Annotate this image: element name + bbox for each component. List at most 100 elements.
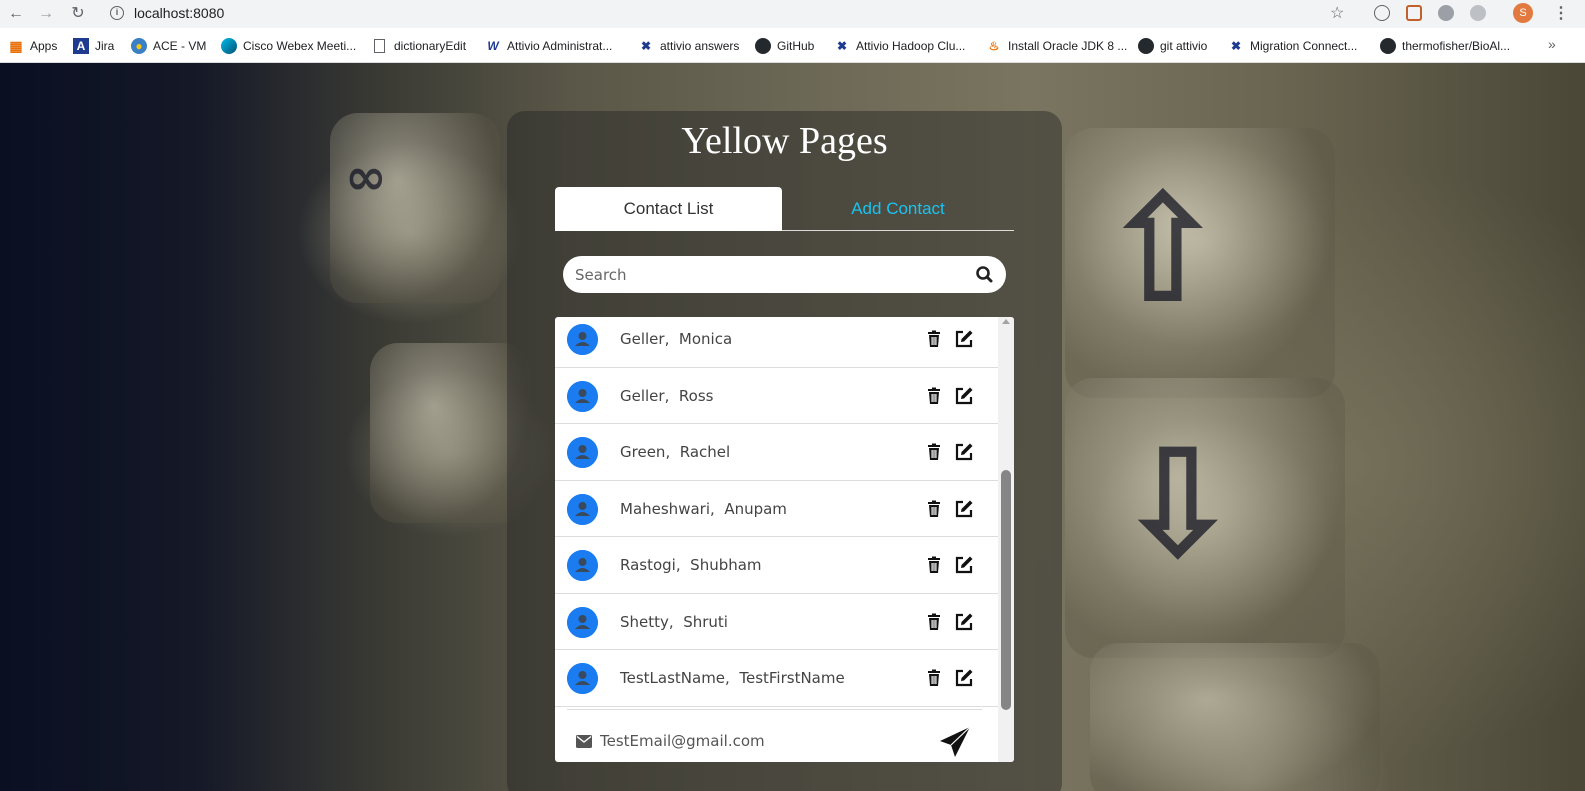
trash-icon[interactable] xyxy=(925,330,943,348)
extension-icon[interactable] xyxy=(1470,5,1486,21)
edit-icon[interactable] xyxy=(954,499,974,519)
extension-icon[interactable] xyxy=(1438,5,1454,21)
name-separator: , xyxy=(675,556,691,574)
bookmark-label: thermofisher/BioAl... xyxy=(1402,39,1511,53)
bookmark-label: Attivio Hadoop Clu... xyxy=(856,39,966,53)
contact-name: Green, Rachel xyxy=(620,443,730,461)
address-bar[interactable]: i localhost:8080 xyxy=(100,1,1355,26)
contact-last-name: Geller xyxy=(620,386,665,405)
edit-icon[interactable] xyxy=(954,612,974,632)
trash-icon[interactable] xyxy=(925,443,943,461)
bookmark-label: Cisco Webex Meeti... xyxy=(243,39,357,53)
back-icon[interactable]: ← xyxy=(6,4,26,24)
webex-icon xyxy=(221,38,237,54)
apps-grid-icon: ▦ xyxy=(9,38,23,54)
background-key xyxy=(330,113,500,303)
scroll-up-arrow-icon[interactable] xyxy=(1002,319,1010,324)
profile-avatar[interactable]: S xyxy=(1513,3,1533,23)
contact-first-name: Shubham xyxy=(690,556,762,574)
bookmark-item[interactable]: A Jira xyxy=(73,37,114,55)
contact-first-name: Monica xyxy=(678,330,733,348)
bookmark-item[interactable]: W Attivio Administrat... xyxy=(485,37,612,55)
user-avatar-icon xyxy=(567,550,598,581)
envelope-icon xyxy=(576,735,592,748)
tab-bar: Contact List Add Contact xyxy=(555,187,1014,231)
bookmark-label: dictionaryEdit xyxy=(394,39,467,53)
bookmark-item[interactable]: ✖ Attivio Hadoop Clu... xyxy=(834,37,965,55)
trash-icon[interactable] xyxy=(925,613,943,631)
edit-icon[interactable] xyxy=(954,386,974,406)
edit-icon[interactable] xyxy=(954,442,974,462)
name-separator: , xyxy=(665,443,680,461)
page-icon xyxy=(374,39,385,53)
tab-contact-list[interactable]: Contact List xyxy=(555,187,782,231)
bookmark-star-icon[interactable]: ☆ xyxy=(1330,3,1344,23)
contact-row[interactable]: Shetty, Shruti xyxy=(555,594,998,650)
bookmark-item[interactable]: ♨ Install Oracle JDK 8 ... xyxy=(986,37,1128,55)
jira-icon: A xyxy=(73,38,89,54)
forward-icon[interactable]: → xyxy=(36,4,56,24)
bookmark-item[interactable]: ✖ Migration Connect... xyxy=(1228,37,1357,55)
more-menu-icon[interactable]: ⋮ xyxy=(1553,3,1569,23)
bookmarks-bar: ▦ Apps A Jira ● ACE - VM Cisco Webex Mee… xyxy=(0,28,1585,63)
search-input[interactable] xyxy=(563,256,963,293)
contact-first-name: Anupam xyxy=(724,499,787,518)
edit-icon[interactable] xyxy=(954,329,974,349)
contact-email: TestEmail@gmail.com xyxy=(600,732,765,750)
background-key-glyph: ∞ xyxy=(345,148,387,206)
user-avatar-icon xyxy=(567,606,598,638)
more-bookmarks-icon[interactable]: » xyxy=(1548,36,1556,52)
bookmark-item[interactable]: ▦ Apps xyxy=(8,37,57,55)
extension-icon[interactable] xyxy=(1406,5,1422,21)
contact-list: Geller, Monica Geller, Ross Green, Rachel M… xyxy=(555,317,1014,762)
contact-last-name: Shetty xyxy=(620,612,669,631)
user-avatar-icon xyxy=(567,324,598,355)
contact-row[interactable]: Green, Rachel xyxy=(555,424,998,481)
search-button[interactable] xyxy=(966,258,1002,291)
github-icon xyxy=(1138,38,1154,54)
scrollbar-thumb[interactable] xyxy=(1001,470,1011,710)
contact-row[interactable]: Geller, Monica xyxy=(555,317,998,368)
bookmark-label: Jira xyxy=(95,39,115,53)
contact-first-name: Shruti xyxy=(683,612,728,631)
bookmark-label: Attivio Administrat... xyxy=(507,39,613,53)
name-separator: , xyxy=(725,669,740,687)
github-icon xyxy=(755,38,771,54)
trash-icon[interactable] xyxy=(925,500,943,518)
contact-first-name: TestFirstName xyxy=(739,669,845,687)
site-info-icon[interactable]: i xyxy=(110,6,124,20)
contact-row[interactable]: Geller, Ross xyxy=(555,368,998,424)
contact-row[interactable]: TestLastName, TestFirstName xyxy=(555,650,998,707)
contact-row[interactable]: Rastogi, Shubham xyxy=(555,537,998,594)
name-separator: , xyxy=(710,499,725,518)
bookmark-label: Install Oracle JDK 8 ... xyxy=(1008,39,1128,53)
name-separator: , xyxy=(664,330,679,348)
contact-last-name: Green xyxy=(620,443,666,461)
edit-icon[interactable] xyxy=(954,668,974,688)
bookmark-item[interactable]: Cisco Webex Meeti... xyxy=(221,37,356,55)
bookmark-item[interactable]: ● ACE - VM xyxy=(131,37,206,55)
bookmark-item[interactable]: dictionaryEdit xyxy=(374,37,466,55)
bookmark-item[interactable]: git attivio xyxy=(1138,37,1207,55)
user-avatar-icon xyxy=(567,493,598,525)
contact-rows: Geller, Monica Geller, Ross Green, Rachel M… xyxy=(555,317,998,707)
trash-icon[interactable] xyxy=(925,669,943,687)
reload-icon[interactable]: ↻ xyxy=(68,4,88,24)
bookmark-item[interactable]: ✖ attivio answers xyxy=(638,37,739,55)
trash-icon[interactable] xyxy=(925,556,943,574)
contact-list-scrollbar[interactable] xyxy=(998,317,1014,762)
extension-icon[interactable] xyxy=(1374,5,1390,21)
send-icon[interactable] xyxy=(938,725,972,759)
bookmark-item[interactable]: GitHub xyxy=(755,37,814,55)
edit-icon[interactable] xyxy=(954,555,974,575)
java-icon: ♨ xyxy=(988,39,1000,53)
contact-name: TestLastName, TestFirstName xyxy=(620,669,845,687)
trash-icon[interactable] xyxy=(925,387,943,405)
tab-add-contact[interactable]: Add Contact xyxy=(782,187,1014,231)
background-key-glyph: ⇩ xyxy=(1115,418,1241,592)
browser-toolbar: ← → ↻ i localhost:8080 ☆ S ⋮ xyxy=(0,0,1585,28)
contact-row[interactable]: Maheshwari, Anupam xyxy=(555,481,998,537)
bookmark-item[interactable]: thermofisher/BioAl... xyxy=(1380,37,1510,55)
name-separator: , xyxy=(668,612,684,631)
background-key xyxy=(1090,643,1380,791)
